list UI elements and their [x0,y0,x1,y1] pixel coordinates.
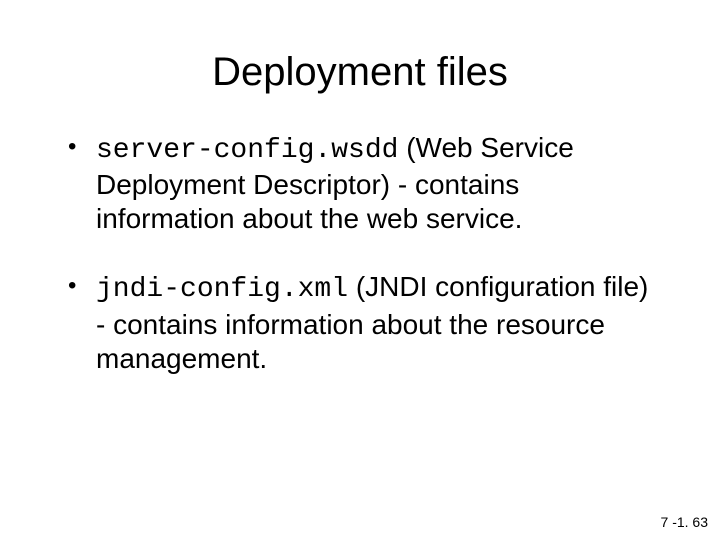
list-item: server-config.wsdd (Web Service Deployme… [60,131,660,236]
page-number: 7 -1. 63 [661,514,708,530]
code-filename: server-config.wsdd [96,135,398,166]
bullet-list: server-config.wsdd (Web Service Deployme… [60,131,660,376]
list-item: jndi-config.xml (JNDI configuration file… [60,270,660,375]
slide: Deployment files server-config.wsdd (Web… [0,0,720,540]
slide-title: Deployment files [60,50,660,95]
code-filename: jndi-config.xml [96,274,348,305]
